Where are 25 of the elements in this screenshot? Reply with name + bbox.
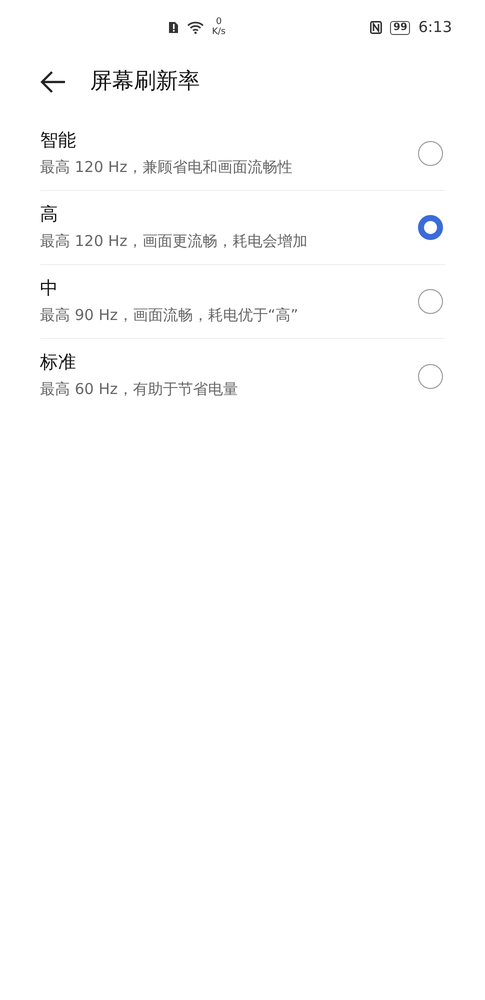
page-title: 屏幕刷新率 [90, 68, 200, 96]
radio-button[interactable] [418, 364, 443, 388]
option-title: 中 [40, 278, 59, 300]
option-title: 高 [40, 204, 59, 226]
speed-value: 0 [214, 18, 223, 28]
alert-sim-icon [168, 21, 179, 34]
wifi-icon [187, 21, 204, 34]
radio-button[interactable] [418, 215, 443, 240]
option-row[interactable]: 智能 最高 120 Hz，兼顾省电和画面流畅性 [40, 117, 445, 191]
option-description: 最高 120 Hz，兼顾省电和画面流畅性 [40, 158, 292, 178]
option-description: 最高 60 Hz，有助于节省电量 [40, 380, 238, 400]
clock-time: 6:13 [418, 17, 452, 38]
option-row[interactable]: 中 最高 90 Hz，画面流畅，耗电优于“高” [40, 265, 445, 339]
option-row[interactable]: 高 最高 120 Hz，画面更流畅，耗电会增加 [40, 191, 445, 265]
option-description: 最高 120 Hz，画面更流畅，耗电会增加 [40, 232, 308, 252]
option-description: 最高 90 Hz，画面流畅，耗电优于“高” [40, 306, 298, 326]
battery-level: 99 [390, 20, 410, 34]
radio-button[interactable] [418, 289, 443, 314]
back-arrow-icon[interactable] [40, 70, 66, 94]
option-title: 标准 [40, 352, 77, 374]
radio-button[interactable] [418, 141, 443, 166]
nfc-icon [370, 21, 382, 34]
option-row[interactable]: 标准 最高 60 Hz，有助于节省电量 [40, 339, 445, 413]
option-title: 智能 [40, 130, 77, 152]
speed-unit: K/s [212, 28, 226, 38]
